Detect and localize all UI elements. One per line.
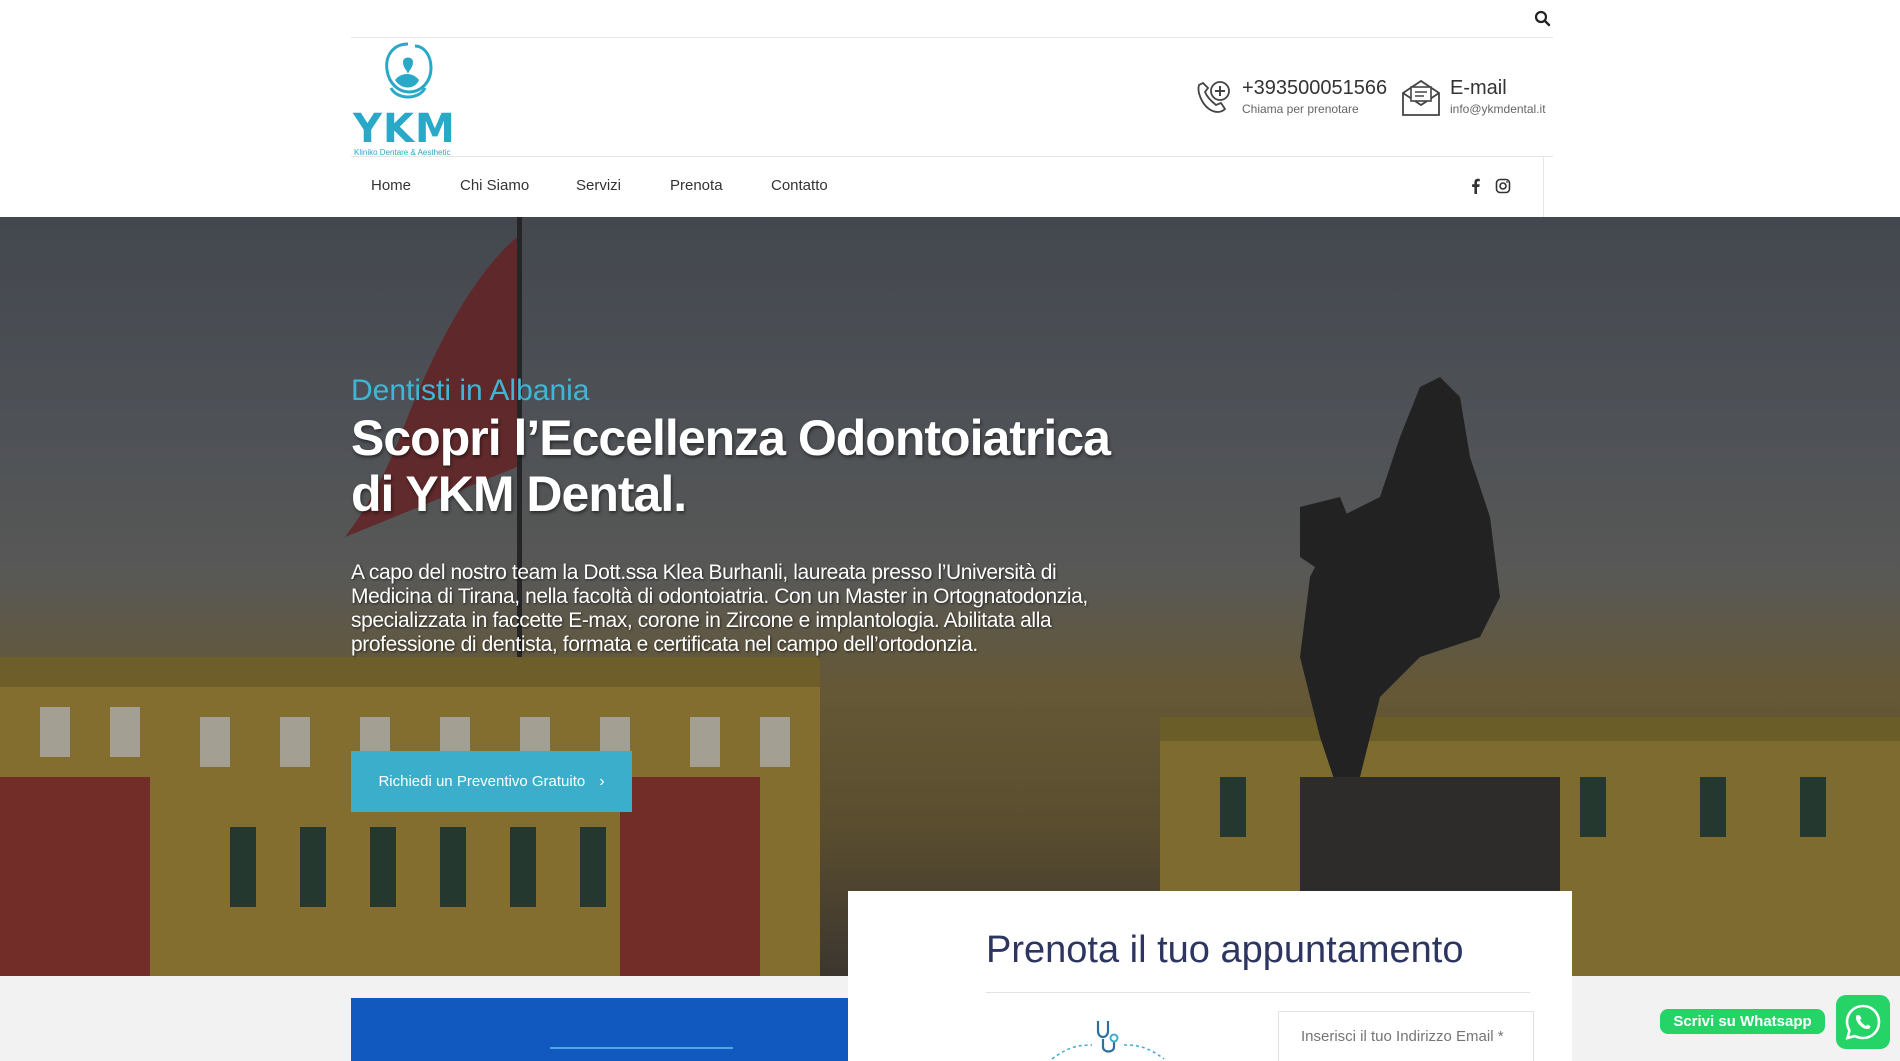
medical-phone-icon	[1197, 81, 1230, 113]
whatsapp-chat-label[interactable]: Scrivi su Whatsapp	[1660, 1009, 1825, 1034]
nav-item-servizi[interactable]: Servizi	[576, 177, 621, 194]
stethoscope-icon	[1051, 1021, 1165, 1060]
hero-headline: Scopri l’Eccellenza Odontoiatrica di YKM…	[351, 410, 1111, 522]
nav-item-home[interactable]: Home	[371, 177, 411, 194]
nav-item-contatto[interactable]: Contatto	[771, 177, 828, 194]
facebook-icon[interactable]	[1468, 178, 1484, 194]
phone-number: +393500051566	[1242, 77, 1388, 99]
booking-panel: Prenota il tuo appuntamento	[848, 891, 1572, 1061]
search-icon[interactable]	[1533, 9, 1553, 29]
hero-eyebrow: Dentisti in Albania	[351, 374, 590, 407]
hero-section: Dentisti in Albania Scopri l’Eccellenza …	[0, 217, 1900, 976]
instagram-icon[interactable]	[1495, 178, 1511, 194]
main-nav: Home Chi Siamo Servizi Prenota Contatto	[351, 157, 1553, 217]
free-quote-label: Richiedi un Preventivo Gratuito	[378, 773, 586, 790]
email-field[interactable]	[1278, 1011, 1534, 1061]
top-bar	[0, 0, 1900, 38]
blue-box-underline	[550, 1047, 733, 1049]
phone-caption: Chiama per prenotare	[1242, 102, 1359, 116]
email-address: info@ykmdental.it	[1450, 102, 1546, 116]
whatsapp-icon	[1845, 1004, 1881, 1040]
hero-description: A capo del nostro team la Dott.ssa Klea …	[351, 561, 1088, 656]
whatsapp-button[interactable]	[1836, 995, 1890, 1049]
nav-divider	[1543, 157, 1544, 217]
booking-title: Prenota il tuo appuntamento	[986, 929, 1464, 971]
free-quote-button[interactable]: Richiedi un Preventivo Gratuito ›	[351, 751, 632, 812]
email-contact[interactable]: E-mail info@ykmdental.it	[1399, 72, 1546, 122]
blue-info-box	[351, 998, 931, 1061]
logo-text: YKM	[353, 106, 456, 152]
chevron-right-icon: ›	[599, 772, 605, 790]
booking-divider	[986, 992, 1530, 993]
phone-contact[interactable]: +393500051566 Chiama per prenotare	[1191, 72, 1387, 122]
envelope-icon	[1402, 79, 1440, 116]
site-logo[interactable]: YKM Kliniko Dentare & Aesthetic	[351, 40, 466, 158]
email-label: E-mail	[1450, 77, 1507, 99]
nav-item-chi-siamo[interactable]: Chi Siamo	[460, 177, 529, 194]
logo-mark	[385, 42, 433, 99]
nav-item-prenota[interactable]: Prenota	[670, 177, 723, 194]
site-header: YKM Kliniko Dentare & Aesthetic +3935000…	[351, 38, 1553, 158]
